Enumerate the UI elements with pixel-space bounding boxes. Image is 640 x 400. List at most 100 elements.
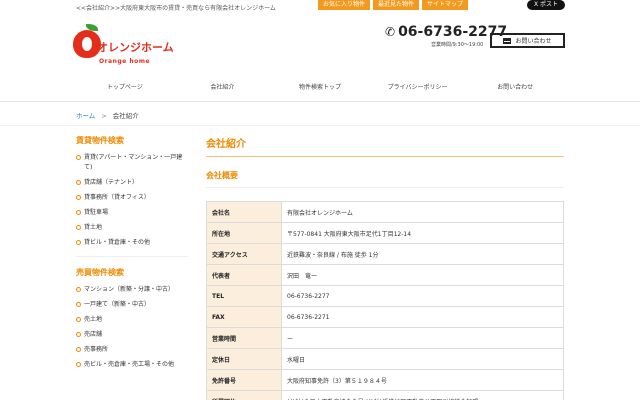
table-row: 所在地 〒577-0841 大阪府東大阪市足代1丁目12-14 [206, 222, 564, 244]
row-value: 06-6736-2271 [281, 306, 564, 328]
x-post-button[interactable]: X ポスト [527, 0, 565, 10]
sidebar-item-label: 売土地 [84, 316, 103, 323]
company-info-table: 会社名 有限会社オレンジホーム 所在地 〒577-0841 大阪府東大阪市足代1丁目1… [206, 201, 564, 400]
row-label: 会社名 [206, 201, 282, 223]
mail-icon [503, 37, 512, 44]
row-value: (公社)全日本不動産協会会員 (公社)近畿地区不動産公正取引協議会加盟 [281, 390, 564, 400]
sale-menu: マンション（新築・分譲・中古） 一戸建て（新築・中古） 売土地 売店舗 売事務所… [76, 285, 188, 370]
nav-divider [0, 101, 640, 102]
sidebar-item-label: 貸店舗（テナント） [84, 179, 139, 186]
table-row: 免許番号 大阪府知事免許（3）第５１９８４号 [206, 369, 564, 391]
nav-contact[interactable]: お問い合わせ [466, 82, 564, 91]
bullet-circle-icon [76, 210, 81, 215]
business-hours: 営業時間/9:30〜19:00 [431, 42, 484, 48]
contact-button-label: お問い合わせ [515, 38, 552, 45]
breadcrumb-home[interactable]: ホーム [76, 112, 95, 120]
row-label: 免許番号 [206, 369, 282, 391]
row-label: 代表者 [206, 264, 282, 286]
sidebar-item-label: 売ビル・売倉庫・売工場・その他 [84, 361, 175, 368]
row-value: 近鉄難波・奈良線 / 布施 徒歩 1分 [281, 243, 564, 265]
contact-button[interactable]: お問い合わせ [490, 33, 565, 48]
row-label: 所在地 [206, 222, 282, 244]
bullet-circle-icon [76, 317, 81, 322]
sidebar-item-rental-land[interactable]: 貸土地 [76, 223, 188, 233]
row-label: FAX [206, 306, 282, 328]
sidebar-divider [76, 256, 188, 257]
breadcrumb-separator: > [101, 112, 107, 120]
page-title: 会社紹介 [206, 139, 246, 150]
nav-company[interactable]: 会社紹介 [174, 82, 272, 91]
row-label: 定休日 [206, 348, 282, 370]
bullet-circle-icon [76, 287, 81, 292]
sidebar-item-label: マンション（新築・分譲・中古） [84, 286, 175, 293]
sidebar-item-sale-land[interactable]: 売土地 [76, 315, 188, 325]
bullet-circle-icon [76, 347, 81, 352]
sidebar-item-sale-house[interactable]: 一戸建て（新築・中古） [76, 300, 188, 310]
sidebar-item-label: 賃貸(アパート・マンション・一戸建て) [84, 154, 183, 171]
rental-search-heading: 賃貸物件検索 [76, 136, 124, 145]
row-value: 大阪府知事免許（3）第５１９８４号 [281, 369, 564, 391]
top-links: お気に入り物件 最近見た物件 サイトマップ [318, 0, 469, 10]
breadcrumb-current: 会社紹介 [112, 112, 139, 120]
sidebar-item-rental-office[interactable]: 貸事務所（貸オフィス） [76, 193, 188, 203]
row-value: 水曜日 [281, 348, 564, 370]
row-value: 06-6736-2277 [281, 285, 564, 307]
favorites-link[interactable]: お気に入り物件 [318, 0, 371, 10]
row-value: 〒577-0841 大阪府東大阪市足代1丁目12-14 [281, 222, 564, 244]
sidebar-item-rental-housing[interactable]: 賃貸(アパート・マンション・一戸建て) [76, 153, 188, 173]
sidebar-item-label: 貸ビル・貸倉庫・その他 [84, 239, 151, 246]
row-label: 営業時間 [206, 327, 282, 349]
sidebar-item-label: 売店舗 [84, 331, 103, 338]
sidebar-item-sale-other[interactable]: 売ビル・売倉庫・売工場・その他 [76, 360, 188, 370]
nav-search[interactable]: 物件検索トップ [271, 82, 369, 91]
title-underline [206, 156, 564, 157]
recently-viewed-link[interactable]: 最近見た物件 [373, 0, 420, 10]
sidebar-item-label: 貸土地 [84, 224, 103, 231]
section-underline [206, 187, 564, 188]
sidebar-item-sale-office[interactable]: 売事務所 [76, 345, 188, 355]
row-value: 有限会社オレンジホーム [281, 201, 564, 223]
sidebar-item-sale-mansion[interactable]: マンション（新築・分譲・中古） [76, 285, 188, 295]
nav-privacy[interactable]: プライバシーポリシー [369, 82, 467, 91]
bullet-circle-icon [76, 180, 81, 185]
sidebar-item-rental-parking[interactable]: 貸駐車場 [76, 208, 188, 218]
bullet-circle-icon [76, 155, 81, 160]
phone-icon: ✆ [385, 25, 396, 39]
bullet-circle-icon [76, 195, 81, 200]
sidebar-item-label: 一戸建て（新築・中古） [84, 301, 151, 308]
sidebar-item-rental-store[interactable]: 貸店舗（テナント） [76, 178, 188, 188]
sidebar-item-label: 貸事務所（貸オフィス） [84, 194, 150, 201]
bullet-circle-icon [76, 332, 81, 337]
table-row: TEL 06-6736-2277 [206, 285, 564, 307]
global-nav: トップページ 会社紹介 物件検索トップ プライバシーポリシー お問い合わせ [76, 82, 564, 91]
rental-menu: 賃貸(アパート・マンション・一戸建て) 貸店舗（テナント） 貸事務所（貸オフィス… [76, 153, 188, 248]
table-row: 所属団体(公社)全日本不動産協会会員 (公社)近畿地区不動産公正取引協議会加盟 [206, 390, 564, 400]
logo-text-en: Orange home [99, 58, 151, 65]
row-value: 沢田 竜一 [281, 264, 564, 286]
sidebar-item-label: 売事務所 [84, 346, 109, 353]
row-value: ー [281, 327, 564, 349]
sidebar: 賃貸物件検索 賃貸(アパート・マンション・一戸建て) 貸店舗（テナント） 貸事務… [76, 135, 188, 375]
site-logo[interactable]: オレンジホーム Orange home [72, 24, 174, 70]
bullet-circle-icon [76, 225, 81, 230]
table-row: 代表者 沢田 竜一 [206, 264, 564, 286]
bullet-circle-icon [76, 302, 81, 307]
table-row: FAX 06-6736-2271 [206, 306, 564, 328]
logo-text-jp: オレンジホーム [97, 41, 174, 54]
nav-top[interactable]: トップページ [76, 82, 174, 91]
main-content: 会社紹介 会社概要 会社名 有限会社オレンジホーム 所在地 〒577-0841 大阪府… [206, 135, 564, 400]
table-row: 交通アクセス 近鉄難波・奈良線 / 布施 徒歩 1分 [206, 243, 564, 265]
sale-search-heading: 売買物件検索 [76, 268, 124, 277]
bullet-circle-icon [76, 362, 81, 367]
breadcrumb: ホーム > 会社紹介 [76, 110, 139, 120]
table-row: 会社名 有限会社オレンジホーム [206, 201, 564, 223]
breadcrumb-divider [0, 125, 640, 126]
phone-number[interactable]: ✆ 06-6736-2277 [385, 24, 507, 40]
sidebar-item-rental-other[interactable]: 貸ビル・貸倉庫・その他 [76, 238, 188, 248]
bullet-circle-icon [76, 240, 81, 245]
row-label: 所属団体 [206, 390, 282, 400]
section-title: 会社概要 [206, 171, 238, 180]
sitemap-link[interactable]: サイトマップ [422, 0, 469, 10]
sidebar-item-sale-store[interactable]: 売店舗 [76, 330, 188, 340]
table-row: 営業時間ー [206, 327, 564, 349]
